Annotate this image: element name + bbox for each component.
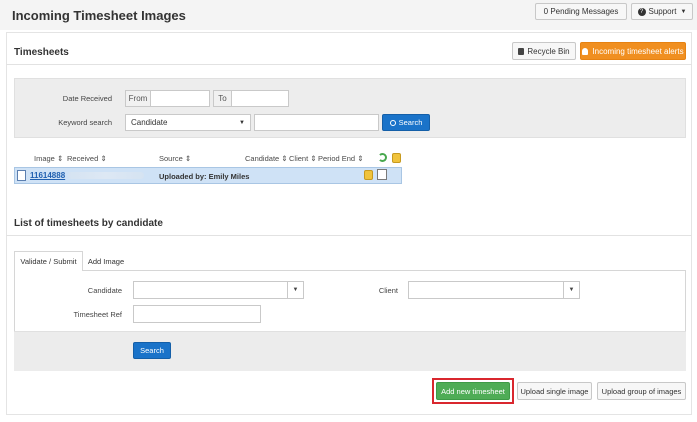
caret-down-icon: ▼ — [563, 282, 579, 298]
upload-single-image-button[interactable]: Upload single image — [517, 382, 592, 400]
source-value: Uploaded by: Emily Miles — [159, 172, 250, 181]
timesheet-ref-label: Timesheet Ref — [73, 310, 123, 319]
document-edit-icon[interactable] — [377, 169, 387, 180]
from-date-input[interactable] — [150, 90, 210, 107]
support-button[interactable]: ? Support ▼ — [631, 3, 693, 20]
recycle-bin-button[interactable]: Recycle Bin — [512, 42, 576, 60]
caret-down-icon: ▼ — [287, 282, 303, 298]
date-received-label: Date Received — [62, 94, 112, 103]
client-label: Client — [378, 286, 398, 295]
refresh-icon[interactable] — [378, 153, 387, 162]
tab-validate-submit[interactable]: Validate / Submit — [14, 251, 83, 271]
keyword-search-label: Keyword search — [58, 118, 112, 127]
col-received-header[interactable]: Received ⇕ — [67, 154, 107, 163]
col-source-header[interactable]: Source ⇕ — [159, 154, 191, 163]
col-candidate-header[interactable]: Candidate ⇕ — [245, 154, 288, 163]
form-footer — [14, 331, 686, 371]
upload-group-images-button[interactable]: Upload group of images — [597, 382, 686, 400]
lock-icon[interactable] — [392, 153, 401, 163]
divider — [6, 64, 692, 65]
search-label: Search — [398, 118, 423, 127]
col-client-header[interactable]: Client ⇕ — [289, 154, 317, 163]
caret-down-icon: ▼ — [680, 8, 687, 15]
col-period-end-header[interactable]: Period End ⇕ — [318, 154, 363, 163]
candidate-list-heading: List of timesheets by candidate — [14, 218, 163, 229]
col-image-header[interactable]: Image ⇕ — [34, 154, 63, 163]
keyword-type-select[interactable]: Candidate ▼ — [125, 114, 251, 131]
from-addon: From — [125, 90, 151, 107]
trash-icon — [518, 47, 525, 55]
candidate-search-button[interactable]: Search — [133, 342, 171, 359]
candidate-select[interactable]: ▼ — [133, 281, 304, 299]
timesheet-ref-input[interactable] — [133, 305, 261, 323]
lock-icon[interactable] — [364, 170, 373, 180]
search-button[interactable]: Search — [382, 114, 430, 131]
search-icon — [389, 119, 396, 126]
support-label: Support — [648, 7, 677, 16]
question-icon: ? — [637, 7, 646, 16]
client-select[interactable]: ▼ — [408, 281, 580, 299]
candidate-label: Candidate — [87, 286, 122, 295]
incoming-alerts-button[interactable]: Incoming timesheet alerts — [580, 42, 686, 60]
keyword-type-value: Candidate — [131, 118, 168, 127]
caret-down-icon: ▼ — [239, 119, 245, 126]
add-new-timesheet-button[interactable]: Add new timesheet — [436, 382, 510, 400]
image-id-link[interactable]: 11614888 — [30, 171, 65, 180]
incoming-alerts-label: Incoming timesheet alerts — [592, 46, 684, 56]
pending-messages-button[interactable]: 0 Pending Messages — [535, 3, 627, 20]
to-date-input[interactable] — [231, 90, 289, 107]
page-title: Incoming Timesheet Images — [12, 8, 186, 23]
timesheets-heading: Timesheets — [14, 47, 69, 58]
divider — [6, 235, 692, 236]
recycle-bin-label: Recycle Bin — [527, 46, 570, 56]
to-addon: To — [213, 90, 232, 107]
bell-icon — [582, 47, 589, 55]
file-icon — [17, 170, 26, 181]
received-value-redacted — [68, 172, 144, 179]
tab-add-image[interactable]: Add Image — [83, 251, 129, 271]
keyword-input[interactable] — [254, 114, 379, 131]
